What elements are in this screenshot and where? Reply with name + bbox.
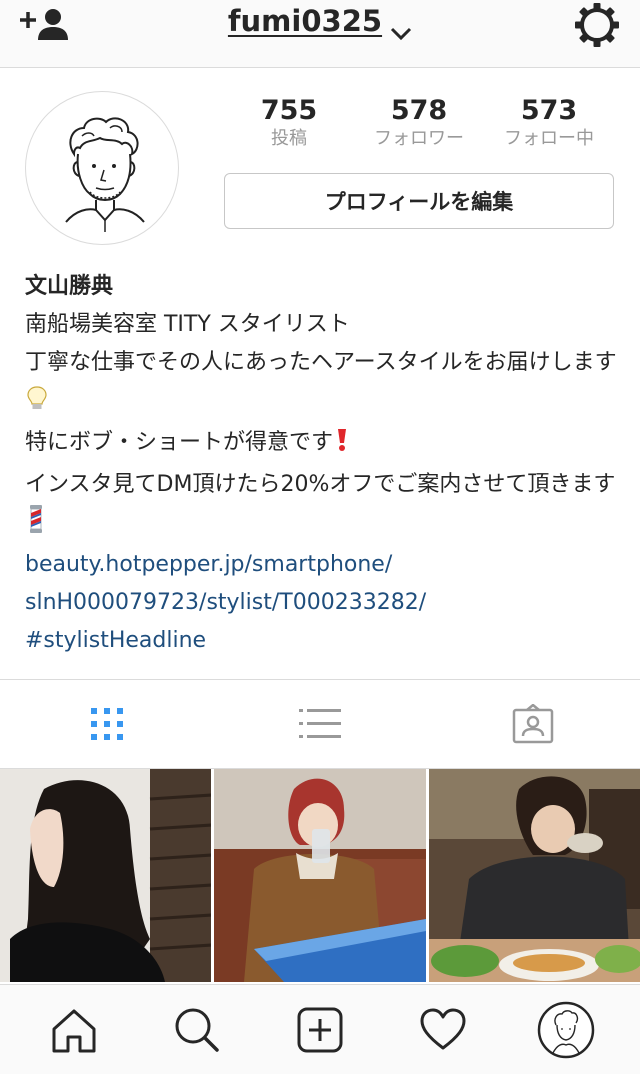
stat-posts[interactable]: 755 投稿 [224,95,354,155]
exclamation-icon [335,427,349,466]
profile-avatar[interactable] [25,91,179,245]
post-thumbnail[interactable] [0,769,212,982]
profile-stats: 755 投稿 578 フォロワー 573 フォロー中 [224,95,614,155]
lightbulb-icon [27,385,47,424]
bio-line: インスタ見てDM頂けたら20%オフでご案内させて頂きます [25,466,625,546]
nav-home[interactable] [44,1000,104,1060]
stat-label: フォロワー [374,128,464,149]
post-thumbnail[interactable] [428,769,640,982]
heart-icon [420,1008,466,1049]
hashtag-link[interactable]: #stylistHeadline [25,622,625,660]
stat-following[interactable]: 573 フォロー中 [484,95,614,155]
stat-value: 573 [520,95,578,126]
post-thumbnail[interactable] [214,769,426,982]
stat-label: フォロー中 [504,128,594,149]
search-icon [175,1008,219,1052]
nav-profile[interactable] [536,1000,596,1060]
bio-line-text: 丁寧な仕事でその人にあったヘアースタイルをお届けします [25,350,617,375]
username-switcher[interactable]: fumi0325 [0,4,640,41]
bio-line: 南船場美容室 TITY スタイリスト [25,312,350,337]
profile-bio: 文山勝典 南船場美容室 TITY スタイリスト 丁寧な仕事でその人にあったヘアー… [25,268,625,660]
list-icon [298,709,341,738]
edit-profile-button[interactable]: プロフィールを編集 [224,173,614,229]
tab-tagged[interactable] [427,680,640,768]
tab-list[interactable] [213,680,426,768]
nav-add-post[interactable] [290,1000,350,1060]
grid-icon [90,708,123,740]
bio-line: 特にボブ・ショートが得意です [25,424,625,466]
stat-followers[interactable]: 578 フォロワー [354,95,484,155]
bio-link[interactable]: beauty.hotpepper.jp/smartphone/ [25,546,625,584]
bio-line-text: 特にボブ・ショートが得意です [25,430,334,455]
posts-grid [0,769,640,982]
barber-pole-icon [27,505,45,546]
bio-link[interactable]: slnH000079723/stylist/T000233282/ [25,584,625,622]
tagged-icon [513,704,554,744]
bio-line: 丁寧な仕事でその人にあったヘアースタイルをお届けします [25,344,625,424]
nav-activity[interactable] [413,1000,473,1060]
settings-gear-icon[interactable] [574,2,620,48]
tab-grid[interactable] [0,680,213,768]
chevron-down-icon[interactable] [390,14,412,41]
bio-line-text: インスタ見てDM頂けたら20%オフでご案内させて頂きます [25,472,616,497]
top-bar: fumi0325 [0,0,640,68]
display-name: 文山勝典 [25,274,114,299]
home-icon [52,1009,96,1052]
stat-value: 755 [260,95,318,126]
nav-search[interactable] [167,1000,227,1060]
bottom-nav [0,984,640,1074]
stat-value: 578 [390,95,448,126]
stat-label: 投稿 [271,128,307,149]
profile-avatar-icon [538,1001,595,1058]
profile-view-tabs [0,679,640,769]
username-label[interactable]: fumi0325 [228,4,382,38]
add-post-icon [297,1007,343,1052]
